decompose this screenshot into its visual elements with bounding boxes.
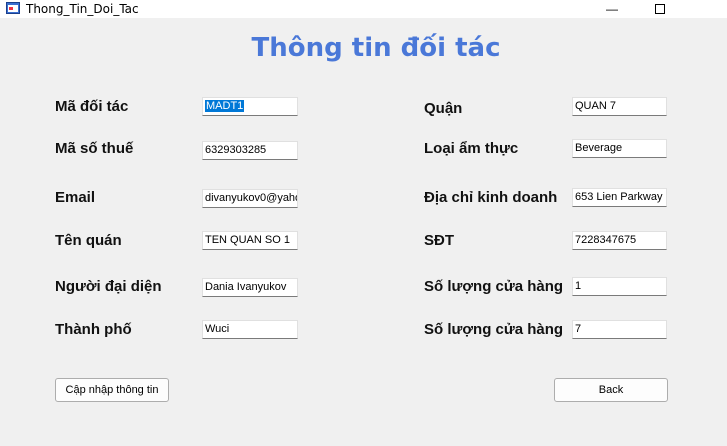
so-luong-cua-hang-value: 1: [575, 280, 582, 292]
ten-quan-field[interactable]: TEN QUAN SO 1: [202, 231, 298, 250]
label-loai-am-thuc: Loại ẩm thực: [424, 140, 519, 157]
label-dia-chi-kinh-doanh: Địa chỉ kinh doanh: [424, 189, 558, 206]
back-button[interactable]: Back: [554, 378, 668, 402]
label-ma-doi-tac: Mã đối tác: [55, 98, 129, 115]
so-luong-cua-hang-field[interactable]: 1: [572, 277, 667, 296]
ma-doi-tac-value: MADT1: [205, 100, 245, 112]
ma-so-thue-value: 6329303285: [205, 144, 267, 156]
ma-so-thue-field[interactable]: 6329303285: [202, 141, 298, 160]
so-luong-cua-hang-value-2: 7: [575, 323, 582, 335]
thanh-pho-field[interactable]: Wuci: [202, 320, 298, 339]
app-icon: [6, 2, 20, 14]
window-title: Thong_Tin_Doi_Tac: [26, 2, 139, 16]
dia-chi-kinh-doanh-value: 653 Lien Parkway: [575, 191, 663, 203]
email-value: divanyukov0@yahoo: [205, 192, 298, 204]
update-info-button[interactable]: Cập nhập thông tin: [55, 378, 169, 402]
label-thanh-pho: Thành phố: [55, 321, 132, 338]
quan-value: QUAN 7: [575, 100, 616, 112]
label-so-luong-cua-hang: Số lượng cửa hàng: [424, 278, 564, 295]
quan-field[interactable]: QUAN 7: [572, 97, 667, 116]
ten-quan-value: TEN QUAN SO 1: [205, 234, 290, 246]
so-luong-cua-hang-field-2[interactable]: 7: [572, 320, 667, 339]
label-sdt: SĐT: [424, 232, 454, 249]
loai-am-thuc-value: Beverage: [575, 142, 623, 154]
label-ma-so-thue: Mã số thuế: [55, 140, 134, 157]
loai-am-thuc-field[interactable]: Beverage: [572, 139, 667, 158]
nguoi-dai-dien-value: Dania Ivanyukov: [205, 281, 287, 293]
label-ten-quan: Tên quán: [55, 232, 122, 249]
dia-chi-kinh-doanh-field[interactable]: 653 Lien Parkway: [572, 188, 667, 207]
ma-doi-tac-field[interactable]: MADT1: [202, 97, 298, 116]
page-title: Thông tin đối tác: [251, 33, 501, 63]
label-quan: Quận: [424, 100, 463, 117]
nguoi-dai-dien-field[interactable]: Dania Ivanyukov: [202, 278, 298, 297]
email-field[interactable]: divanyukov0@yahoo: [202, 189, 298, 208]
sdt-value: 7228347675: [575, 234, 637, 246]
label-email: Email: [55, 189, 96, 206]
maximize-button[interactable]: [637, 0, 683, 18]
window-titlebar: Thong_Tin_Doi_Tac —: [0, 0, 727, 18]
sdt-field[interactable]: 7228347675: [572, 231, 667, 250]
thanh-pho-value: Wuci: [205, 323, 230, 335]
minimize-icon: —: [606, 2, 618, 16]
maximize-icon: [655, 4, 665, 14]
label-nguoi-dai-dien: Người đại diện: [55, 278, 162, 295]
label-so-luong-cua-hang-2: Số lượng cửa hàng: [424, 321, 564, 338]
minimize-button[interactable]: —: [589, 0, 635, 18]
